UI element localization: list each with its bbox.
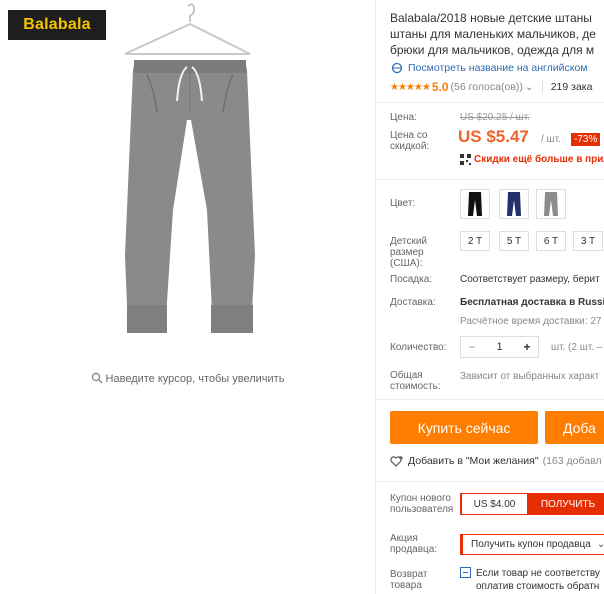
product-title: Balabala/2018 новые детские штаны штаны … bbox=[390, 11, 596, 57]
size-option[interactable]: 2 T bbox=[460, 231, 490, 251]
new-user-coupon: US $4.00 ПОЛУЧИТЬ bbox=[460, 493, 604, 515]
quantity-unit: шт. (2 шт. – bbox=[551, 342, 603, 353]
rating-row: ★★★★★ 5.0 (56 голоса(ов)) ⌄ 219 зака bbox=[390, 80, 592, 94]
pants-black-icon bbox=[468, 192, 482, 216]
pants-shape bbox=[125, 60, 255, 333]
return-label: Возврат товара bbox=[390, 569, 428, 591]
add-to-cart-button[interactable]: Доба bbox=[545, 411, 604, 444]
shipping-time: Расчётное время доставки: 27 bbox=[460, 316, 602, 327]
color-option-black[interactable] bbox=[460, 189, 490, 219]
heart-plus-icon bbox=[390, 456, 403, 467]
seller-promo-label: Акция продавца: bbox=[390, 533, 438, 555]
rating-separator bbox=[541, 81, 543, 93]
zoom-hint: Наведите курсор, чтобы увеличить bbox=[0, 372, 375, 385]
translate-icon bbox=[391, 62, 403, 74]
product-image[interactable] bbox=[95, 0, 275, 350]
color-label: Цвет: bbox=[390, 198, 416, 209]
quantity-label: Количество: bbox=[390, 342, 447, 353]
app-promo-text[interactable]: Скидки ещё больше в прил bbox=[474, 154, 604, 165]
shipping-value[interactable]: Бесплатная доставка в Russi bbox=[460, 297, 604, 308]
app-promo[interactable]: Скидки ещё больше в прил bbox=[460, 154, 604, 165]
wishlist-row[interactable]: Добавить в "Мои желания" (163 добавл bbox=[390, 455, 602, 467]
size-option[interactable]: 6 T bbox=[536, 231, 566, 251]
fit-label: Посадка: bbox=[390, 274, 433, 285]
orders-count: 219 зака bbox=[550, 81, 593, 93]
new-user-coupon-label: Купон нового пользователя bbox=[390, 493, 454, 515]
size-option[interactable]: 5 T bbox=[499, 231, 529, 251]
coupon-amount: US $4.00 bbox=[460, 493, 528, 515]
get-coupon-button[interactable]: ПОЛУЧИТЬ bbox=[528, 493, 604, 515]
return-policy: Если товар не соответству оплатив стоимо… bbox=[460, 567, 600, 593]
return-text-1: Если товар не соответству bbox=[476, 568, 600, 579]
old-price: US $20.25 / шт. bbox=[460, 112, 530, 123]
return-icon bbox=[460, 567, 471, 578]
quantity-stepper: − 1 + bbox=[460, 336, 539, 358]
price-label: Цена: bbox=[390, 112, 417, 123]
return-text-2: оплатив стоимость обратн bbox=[476, 581, 600, 592]
total-label: Общая стоимость: bbox=[390, 370, 441, 392]
wishlist-text[interactable]: Добавить в "Мои желания" bbox=[408, 455, 539, 467]
color-option-navy[interactable] bbox=[499, 189, 529, 219]
size-option[interactable]: 3 T bbox=[573, 231, 603, 251]
buy-now-button[interactable]: Купить сейчас bbox=[390, 411, 538, 444]
seller-coupon-text[interactable]: Получить купон продавца bbox=[471, 539, 591, 550]
rating-value: 5.0 bbox=[431, 80, 449, 94]
minus-icon[interactable]: − bbox=[461, 340, 483, 354]
discount-badge: -73% bbox=[571, 133, 601, 146]
plus-icon[interactable]: + bbox=[516, 340, 538, 354]
product-info: Balabala/2018 новые детские штаны штаны … bbox=[390, 0, 604, 594]
chevron-down-icon[interactable]: ⌄ bbox=[525, 81, 534, 93]
translate-link-text[interactable]: Посмотреть название на английском bbox=[408, 62, 588, 74]
discount-price-label: Цена со скидкой: bbox=[390, 130, 430, 152]
wishlist-count: (163 добавл bbox=[542, 455, 602, 467]
shipping-label: Доставка: bbox=[390, 297, 436, 308]
qr-code-icon bbox=[460, 154, 471, 165]
column-divider bbox=[375, 0, 376, 594]
brand-logo[interactable]: Balabala bbox=[8, 10, 106, 40]
product-gallery: Balabala Наведите курсор, чтобы увеличит… bbox=[0, 0, 375, 594]
magnifier-icon bbox=[91, 372, 103, 384]
seller-coupon-button[interactable]: Получить купон продавца ⌄ bbox=[460, 534, 604, 555]
rating-stars-icon: ★★★★★ bbox=[390, 81, 431, 93]
zoom-hint-text: Наведите курсор, чтобы увеличить bbox=[105, 373, 285, 385]
per-unit: / шт. bbox=[541, 134, 561, 145]
translate-link[interactable]: Посмотреть название на английском bbox=[390, 62, 588, 74]
pants-gray-icon bbox=[544, 192, 558, 216]
chevron-down-icon[interactable]: ⌄ bbox=[597, 539, 604, 550]
quantity-input[interactable]: 1 bbox=[483, 341, 516, 353]
fit-value: Соответствует размеру, берит bbox=[460, 274, 600, 285]
color-option-gray[interactable] bbox=[536, 189, 566, 219]
size-label: Детский размер (США): bbox=[390, 236, 428, 269]
rating-votes[interactable]: (56 голоса(ов)) bbox=[451, 81, 523, 93]
total-value: Зависит от выбранных характ bbox=[460, 371, 600, 382]
hanger-icon bbox=[124, 3, 251, 55]
new-price: US $5.47 bbox=[458, 127, 529, 146]
pants-navy-icon bbox=[507, 192, 521, 216]
